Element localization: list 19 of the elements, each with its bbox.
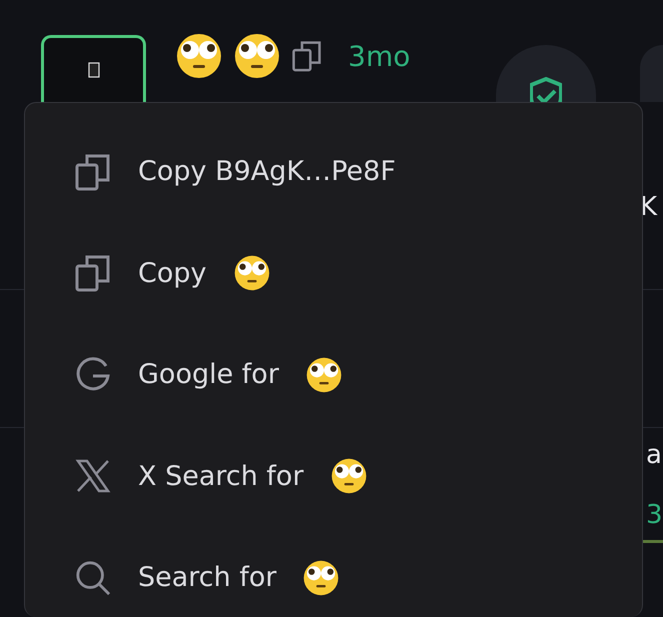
copy-icon xyxy=(292,40,322,72)
menu-item[interactable]: X Search for xyxy=(25,446,642,547)
text-fragment: 3 xyxy=(646,500,663,530)
x-logo-icon xyxy=(75,459,111,494)
shield-check-icon xyxy=(530,77,562,102)
menu-item[interactable]: Copy B9AgK…Pe8F xyxy=(25,141,642,242)
token-image[interactable] xyxy=(41,35,146,102)
search-icon xyxy=(75,558,111,597)
copy-icon xyxy=(75,254,111,292)
google-icon xyxy=(75,356,111,393)
placeholder-icon xyxy=(88,62,100,78)
emoji-face-icon xyxy=(176,33,222,79)
age-label: 3mo xyxy=(348,40,410,72)
emoji-face-icon xyxy=(234,33,280,79)
menu-item[interactable]: Search for xyxy=(25,547,642,617)
menu-item[interactable]: Copy xyxy=(25,242,642,344)
copy-icon xyxy=(75,152,111,191)
menu-item[interactable]: Google for xyxy=(25,344,642,446)
text-fragment: a xyxy=(646,440,662,470)
